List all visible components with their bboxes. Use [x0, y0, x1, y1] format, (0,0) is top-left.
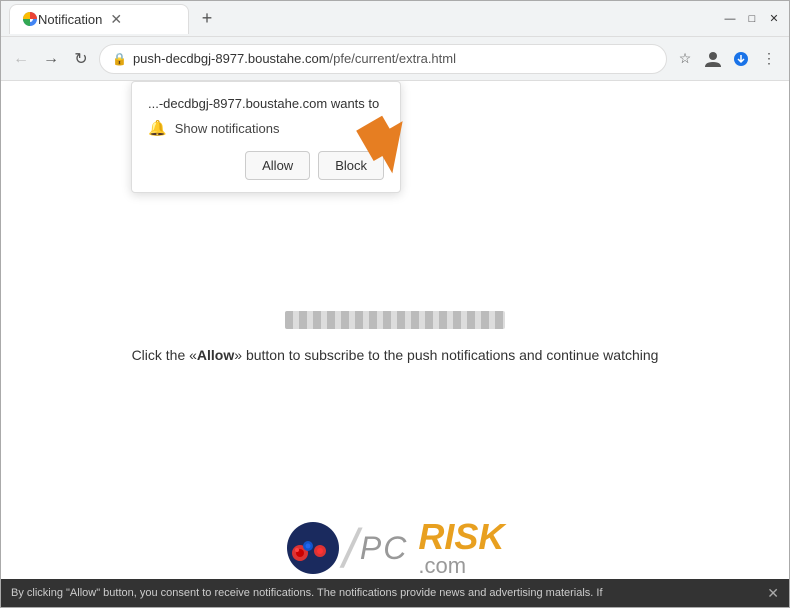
popup-buttons: Allow Block — [148, 151, 384, 180]
arrow-icon — [351, 111, 431, 201]
close-button[interactable]: ✕ — [767, 12, 781, 26]
window-controls: — □ ✕ — [723, 12, 781, 26]
download-svg — [733, 51, 749, 67]
download-icon[interactable] — [729, 47, 753, 71]
back-button[interactable]: ← — [9, 47, 33, 71]
bookmark-button[interactable]: ☆ — [673, 47, 697, 71]
page-instruction: Click the «Allow» button to subscribe to… — [92, 345, 699, 366]
menu-button[interactable]: ⋮ — [757, 47, 781, 71]
address-domain: push-decdbgj-8977.boustahe.com — [133, 51, 330, 66]
bottom-bar-close-button[interactable]: ✕ — [767, 585, 779, 602]
tab-close-button[interactable]: ✕ — [110, 11, 122, 28]
page-content: ...-decdbgj-8977.boustahe.com wants to 🔔… — [1, 81, 789, 607]
com-text: .com — [418, 555, 504, 577]
arrow-container — [351, 111, 431, 206]
refresh-button[interactable]: ↻ — [69, 47, 93, 71]
risk-text: RISK — [418, 519, 504, 555]
bell-icon: 🔔 — [148, 119, 167, 137]
tab-favicon — [22, 11, 38, 27]
address-bar-row: ← → ↻ 🔒 push-decdbgj-8977.boustahe.com/p… — [1, 37, 789, 81]
tab-area: Notification ✕ + — [9, 4, 723, 34]
minimize-button[interactable]: — — [723, 12, 737, 26]
permission-label: Show notifications — [175, 121, 280, 136]
bottom-bar-text: By clicking "Allow" button, you consent … — [11, 587, 759, 599]
popup-title: ...-decdbgj-8977.boustahe.com wants to — [148, 96, 384, 111]
address-text: push-decdbgj-8977.boustahe.com/pfe/curre… — [133, 51, 654, 66]
slash-divider: / — [343, 521, 358, 576]
progress-bar — [285, 311, 505, 329]
address-path: /pfe/current/extra.html — [330, 51, 456, 66]
forward-button[interactable]: → — [39, 47, 63, 71]
maximize-button[interactable]: □ — [745, 12, 759, 26]
lock-icon: 🔒 — [112, 52, 127, 66]
title-bar: Notification ✕ + — □ ✕ — [1, 1, 789, 37]
toolbar-right: ☆ ⋮ — [673, 47, 781, 71]
page-main: Click the «Allow» button to subscribe to… — [1, 311, 789, 366]
allow-button[interactable]: Allow — [245, 151, 310, 180]
pc-risk-logo-icon — [286, 521, 341, 576]
active-tab[interactable]: Notification ✕ — [9, 4, 189, 34]
tab-title: Notification — [38, 12, 102, 27]
browser-window: Notification ✕ + — □ ✕ ← → ↻ 🔒 push-decd… — [0, 0, 790, 608]
risk-com-text: RISK .com — [418, 519, 504, 577]
allow-text-bold: Allow — [197, 347, 234, 363]
popup-permission: 🔔 Show notifications — [148, 119, 384, 137]
bottom-logo: / PC RISK .com — [1, 519, 789, 577]
address-bar[interactable]: 🔒 push-decdbgj-8977.boustahe.com/pfe/cur… — [99, 44, 667, 74]
profile-icon — [704, 50, 722, 68]
pc-letters: PC — [360, 532, 408, 564]
profile-button[interactable] — [701, 47, 725, 71]
new-tab-button[interactable]: + — [193, 5, 221, 33]
bottom-notification-bar: By clicking "Allow" button, you consent … — [1, 579, 789, 607]
